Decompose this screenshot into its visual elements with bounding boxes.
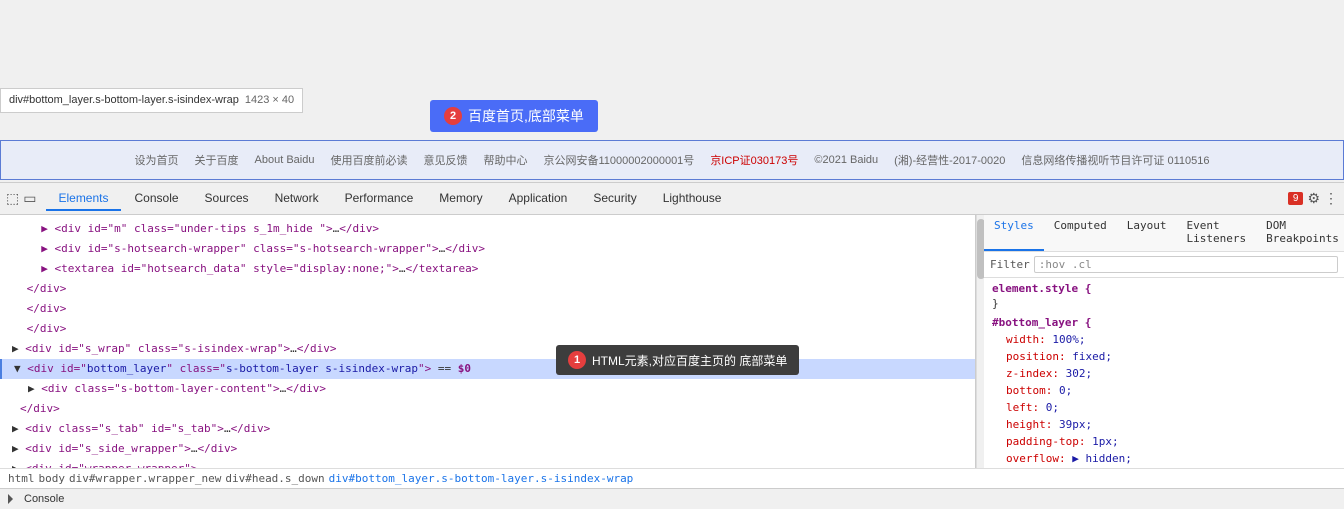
cursor-icon[interactable]: ⬚ (6, 190, 19, 207)
breadcrumb-body[interactable]: body (39, 472, 66, 485)
css-close-1: } (992, 297, 1336, 310)
styles-filter-bar: Filter :hov .cl (984, 252, 1344, 278)
footer-item-11: 信息网络传播视听节目许可证 0110516 (1021, 152, 1209, 168)
footer-item-6: 帮助中心 (483, 152, 527, 168)
dom-line-2: ▶ <div id="s-hotsearch-wrapper" class="s… (0, 239, 975, 259)
console-label[interactable]: Console (24, 493, 64, 505)
css-rule-bottom-layer: #bottom_layer { width: 100%; position: f… (992, 316, 1336, 468)
tab-console[interactable]: Console (123, 187, 191, 211)
dom-line-ssidewrapper: ▶ <div id="s_side_wrapper">…</div> (0, 439, 975, 459)
tab-network[interactable]: Network (263, 187, 331, 211)
breadcrumb-html[interactable]: html (8, 472, 35, 485)
balloon1-text: HTML元素,对应百度主页的 底部菜单 (592, 352, 787, 369)
footer-item-10: (湘)-经营性-2017-0020 (894, 152, 1005, 168)
footer-item-4: 使用百度前必读 (330, 152, 407, 168)
error-badge: 9 (1288, 192, 1304, 205)
styles-panel: Styles Computed Layout Event Listeners D… (984, 215, 1344, 468)
css-prop-bottom: bottom: 0; (992, 382, 1336, 399)
styles-tab-layout[interactable]: Layout (1117, 215, 1177, 251)
css-selector-bottomlayer: #bottom_layer { (992, 316, 1336, 329)
console-toggle-icon[interactable] (8, 494, 16, 504)
balloon2-number: 2 (444, 107, 462, 125)
dom-scrollbar[interactable] (976, 215, 984, 468)
devtools-main: ▶ <div id="m" class="under-tips s_1m_hid… (0, 215, 1344, 468)
tab-application[interactable]: Application (497, 187, 580, 211)
styles-tab-event-listeners[interactable]: Event Listeners (1176, 215, 1256, 251)
css-prop-height: height: 39px; (992, 416, 1336, 433)
styles-tab-dom-breakpoints[interactable]: DOM Breakpoints (1256, 215, 1344, 251)
footer-item-5: 意见反馈 (423, 152, 467, 168)
css-prop-left: left: 0; (992, 399, 1336, 416)
breadcrumb-head[interactable]: div#head.s_down (225, 472, 324, 485)
css-prop-width: width: 100%; (992, 331, 1336, 348)
dom-panel[interactable]: ▶ <div id="m" class="under-tips s_1m_hid… (0, 215, 976, 468)
footer-item-2: 关于百度 (195, 152, 239, 168)
footer-item-1: 设为首页 (135, 152, 179, 168)
tooltip-dims: 1423 × 40 (245, 94, 294, 106)
tab-lighthouse[interactable]: Lighthouse (651, 187, 734, 211)
dom-line-bottomlayer[interactable]: ▼ <div id="bottom_layer" class="s-bottom… (0, 359, 975, 379)
css-prop-zindex: z-index: 302; (992, 365, 1336, 382)
devtools-toolbar: ⬚ ▭ Elements Console Sources Network Per… (0, 183, 1344, 215)
dom-line-5: </div> (0, 299, 975, 319)
styles-tab-computed[interactable]: Computed (1044, 215, 1117, 251)
dom-line-content: ▶ <div class="s-bottom-layer-content">…<… (0, 379, 975, 399)
css-prop-position: position: fixed; (992, 348, 1336, 365)
balloon2-text: 百度首页,底部菜单 (468, 106, 584, 126)
breadcrumb-bottom-layer[interactable]: div#bottom_layer.s-bottom-layer.s-isinde… (329, 472, 634, 485)
baidu-footer-bar: 设为首页 关于百度 About Baidu 使用百度前必读 意见反馈 帮助中心 … (0, 140, 1344, 180)
css-selector-element: element.style { (992, 282, 1336, 295)
settings-icon[interactable]: ⚙ (1307, 190, 1320, 207)
tooltip-element-name: div#bottom_layer.s-bottom-layer.s-isinde… (9, 94, 239, 106)
tab-memory[interactable]: Memory (427, 187, 494, 211)
styles-content: element.style { } #bottom_layer { width:… (984, 278, 1344, 468)
footer-item-7: 京公网安备11000002000001号 (543, 152, 694, 168)
footer-item-8: 京ICP证030173号 (710, 152, 798, 168)
footer-item-9: ©2021 Baidu (814, 154, 878, 166)
tab-elements[interactable]: Elements (46, 187, 120, 211)
tab-security[interactable]: Security (581, 187, 648, 211)
tab-sources[interactable]: Sources (193, 187, 261, 211)
styles-tab-styles[interactable]: Styles (984, 215, 1044, 251)
breadcrumb-bar: html body div#wrapper.wrapper_new div#he… (0, 468, 1344, 488)
breadcrumb-wrapper[interactable]: div#wrapper.wrapper_new (69, 472, 221, 485)
baidu-label-balloon: 2 百度首页,底部菜单 (430, 100, 598, 132)
balloon1-label: 1 HTML元素,对应百度主页的 底部菜单 (556, 345, 799, 375)
device-icon[interactable]: ▭ (23, 190, 36, 207)
dom-line-stab: ▶ <div class="s_tab" id="s_tab">…</div> (0, 419, 975, 439)
dom-line-close1: </div> (0, 399, 975, 419)
more-icon[interactable]: ⋮ (1324, 190, 1338, 207)
css-prop-overflow: overflow: ▶ hidden; (992, 450, 1336, 467)
styles-tabs: Styles Computed Layout Event Listeners D… (984, 215, 1344, 252)
toolbar-right: 9 ⚙ ⋮ (1288, 190, 1338, 207)
dom-line-wrapper: ▶ <div id="wrapper_wrapper">… (0, 459, 975, 468)
dom-line-4: </div> (0, 279, 975, 299)
balloon1-number: 1 (568, 351, 586, 369)
dom-line-1: ▶ <div id="m" class="under-tips s_1m_hid… (0, 219, 975, 239)
tab-performance[interactable]: Performance (333, 187, 426, 211)
dom-line-swrap: ▶ <div id="s_wrap" class="s-isindex-wrap… (0, 339, 975, 359)
console-bar: Console (0, 488, 1344, 509)
tool-icons: ⬚ ▭ (6, 190, 36, 207)
dom-line-6: </div> (0, 319, 975, 339)
css-prop-paddingtop: padding-top: 1px; (992, 433, 1336, 450)
css-rule-element-style: element.style { } (992, 282, 1336, 310)
filter-label-text: Filter (990, 258, 1030, 271)
footer-item-3: About Baidu (255, 154, 315, 166)
dom-line-3: ▶ <textarea id="hotsearch_data" style="d… (0, 259, 975, 279)
filter-input-display: :hov .cl (1039, 258, 1333, 271)
element-tooltip: div#bottom_layer.s-bottom-layer.s-isinde… (0, 88, 303, 113)
